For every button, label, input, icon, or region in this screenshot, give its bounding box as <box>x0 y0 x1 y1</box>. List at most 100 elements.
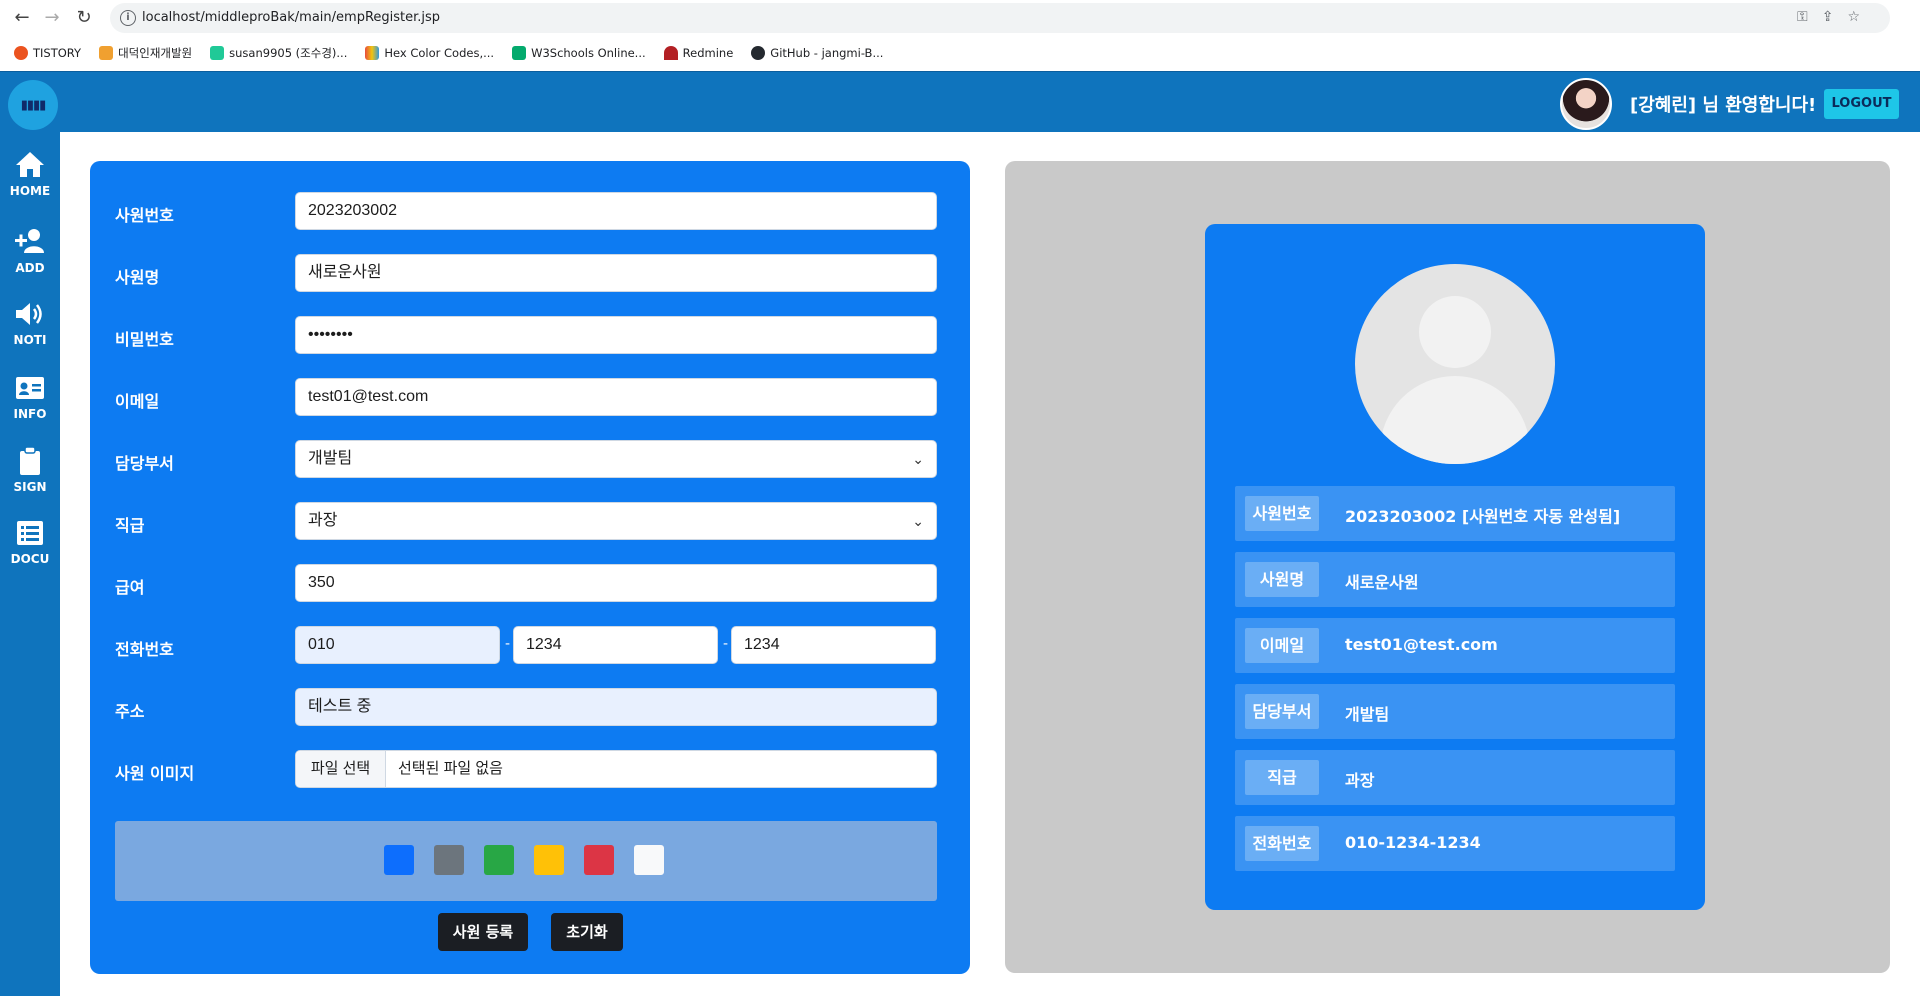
swatch-green[interactable] <box>484 845 514 875</box>
bookmarks-bar: TISTORY 대덕인재개발원 susan9905 (조수경)... Hex C… <box>0 40 1920 66</box>
phone-separator: - <box>723 636 729 652</box>
app-logo[interactable]: ▮▮▮▮ <box>8 80 58 130</box>
swatch-blue[interactable] <box>384 845 414 875</box>
card-row-phone: 전화번호 010-1234-1234 <box>1235 816 1675 871</box>
color-icon <box>365 46 380 60</box>
velog-icon <box>210 46 225 60</box>
position-select-value: 과장 <box>308 512 338 529</box>
bookmark-susan[interactable]: susan9905 (조수경)... <box>210 45 347 61</box>
swatch-red[interactable] <box>584 845 614 875</box>
card-value: 개발팀 <box>1345 705 1390 724</box>
form-row-email: 이메일 test01@test.com <box>115 378 937 416</box>
swatch-white[interactable] <box>634 845 664 875</box>
chevron-down-icon: ⌄ <box>912 513 924 529</box>
form-row-emp-name: 사원명 새로운사원 <box>115 254 937 292</box>
clipboard-icon <box>20 446 40 475</box>
email-input[interactable]: test01@test.com <box>295 378 937 416</box>
salary-input[interactable]: 350 <box>295 564 937 602</box>
browser-chrome: ← → ↻ i localhost/middleproBak/main/empR… <box>0 0 1920 71</box>
form-row-position: 직급 과장 ⌄ <box>115 502 937 540</box>
bookmark-w3schools[interactable]: W3Schools Online... <box>512 46 646 60</box>
list-icon <box>17 521 43 545</box>
sidebar-item-label: NOTI <box>13 333 47 347</box>
w3schools-icon <box>512 46 527 60</box>
id-card-icon <box>16 377 44 399</box>
card-row-emp-name: 사원명 새로운사원 <box>1235 552 1675 607</box>
register-button[interactable]: 사원 등록 <box>438 913 528 951</box>
phone-part2-input[interactable]: 1234 <box>513 626 718 664</box>
back-icon[interactable]: ← <box>12 8 32 28</box>
chevron-down-icon: ⌄ <box>912 451 924 467</box>
card-label: 사원명 <box>1245 562 1319 597</box>
choose-file-button[interactable]: 파일 선택 <box>296 751 386 787</box>
url-text[interactable]: localhost/middleproBak/main/empRegister.… <box>142 10 440 25</box>
logo-mark: ▮▮▮▮ <box>20 97 47 113</box>
tistory-icon <box>14 46 28 60</box>
phone-separator: - <box>505 636 511 652</box>
sidebar-item-info[interactable]: INFO <box>0 372 60 430</box>
emp-name-input[interactable]: 새로운사원 <box>295 254 937 292</box>
color-swatch-box <box>115 821 937 901</box>
phone-part1-input[interactable]: 010 <box>295 626 500 664</box>
image-label: 사원 이미지 <box>115 764 195 783</box>
position-label: 직급 <box>115 516 145 535</box>
image-file-input[interactable]: 파일 선택 선택된 파일 없음 <box>295 750 937 788</box>
bookmark-redmine[interactable]: Redmine <box>663 46 733 60</box>
emp-name-label: 사원명 <box>115 268 160 287</box>
card-row-position: 직급 과장 <box>1235 750 1675 805</box>
position-select[interactable]: 과장 ⌄ <box>295 502 937 540</box>
address-input[interactable]: 테스트 중 <box>295 688 937 726</box>
key-icon[interactable]: ⚿ <box>1797 9 1808 25</box>
salary-label: 급여 <box>115 578 145 597</box>
phone-part3-input[interactable]: 1234 <box>731 626 936 664</box>
share-icon[interactable]: ⇪ <box>1822 9 1834 25</box>
reset-button[interactable]: 초기화 <box>551 913 623 951</box>
bookmark-tistory[interactable]: TISTORY <box>14 46 81 60</box>
sidebar-item-label: SIGN <box>13 480 47 494</box>
form-row-emp-no: 사원번호 2023203002 <box>115 192 937 230</box>
sidebar-item-noti[interactable]: NOTI <box>0 298 60 356</box>
sidebar-item-label: HOME <box>9 184 51 198</box>
omnibox-actions: ⚿ ⇪ ☆ <box>1797 9 1860 25</box>
form-row-salary: 급여 350 <box>115 564 937 602</box>
redmine-icon <box>663 46 678 60</box>
sidebar-item-label: INFO <box>13 407 47 421</box>
card-row-dept: 담당부서 개발팀 <box>1235 684 1675 739</box>
speaker-icon <box>16 303 42 325</box>
preview-panel: 사원번호 2023203002 [사원번호 자동 완성됨] 사원명 새로운사원 … <box>1005 161 1890 973</box>
logout-button[interactable]: LOGOUT <box>1824 89 1899 119</box>
sidebar-item-sign[interactable]: SIGN <box>0 445 60 503</box>
dept-label: 담당부서 <box>115 454 174 473</box>
avatar-body <box>1380 376 1530 464</box>
sidebar-item-add[interactable]: ADD <box>0 226 60 284</box>
form-row-image: 사원 이미지 파일 선택 선택된 파일 없음 <box>115 750 937 788</box>
form-row-address: 주소 테스트 중 <box>115 688 937 726</box>
employee-card: 사원번호 2023203002 [사원번호 자동 완성됨] 사원명 새로운사원 … <box>1205 224 1705 910</box>
card-label: 이메일 <box>1245 628 1319 663</box>
bookmark-github[interactable]: GitHub - jangmi-B... <box>751 46 883 60</box>
sidebar-item-label: ADD <box>15 261 45 275</box>
dept-select[interactable]: 개발팀 ⌄ <box>295 440 937 478</box>
sidebar-item-docu[interactable]: DOCU <box>0 517 60 575</box>
swatch-gray[interactable] <box>434 845 464 875</box>
swatch-yellow[interactable] <box>534 845 564 875</box>
star-icon[interactable]: ☆ <box>1847 9 1860 25</box>
site-info-icon[interactable]: i <box>120 10 136 26</box>
password-label: 비밀번호 <box>115 330 174 349</box>
form-row-password: 비밀번호 •••••••• <box>115 316 937 354</box>
password-input[interactable]: •••••••• <box>295 316 937 354</box>
card-value: 과장 <box>1345 771 1375 790</box>
address-label: 주소 <box>115 702 145 721</box>
reload-icon[interactable]: ↻ <box>74 8 94 28</box>
file-status-text: 선택된 파일 없음 <box>398 760 503 777</box>
bookmark-daedeok[interactable]: 대덕인재개발원 <box>99 45 192 61</box>
card-value: 2023203002 [사원번호 자동 완성됨] <box>1345 507 1621 526</box>
add-user-icon <box>15 229 44 253</box>
emp-no-input[interactable]: 2023203002 <box>295 192 937 230</box>
daedeok-icon <box>99 46 114 60</box>
sidebar-item-home[interactable]: HOME <box>0 149 60 207</box>
forward-icon[interactable]: → <box>42 8 62 28</box>
welcome-text: [강혜린] 님 환영합니다! <box>1630 95 1817 116</box>
address-bar[interactable]: i localhost/middleproBak/main/empRegiste… <box>110 3 1890 33</box>
bookmark-hex-colors[interactable]: Hex Color Codes,... <box>365 46 494 60</box>
